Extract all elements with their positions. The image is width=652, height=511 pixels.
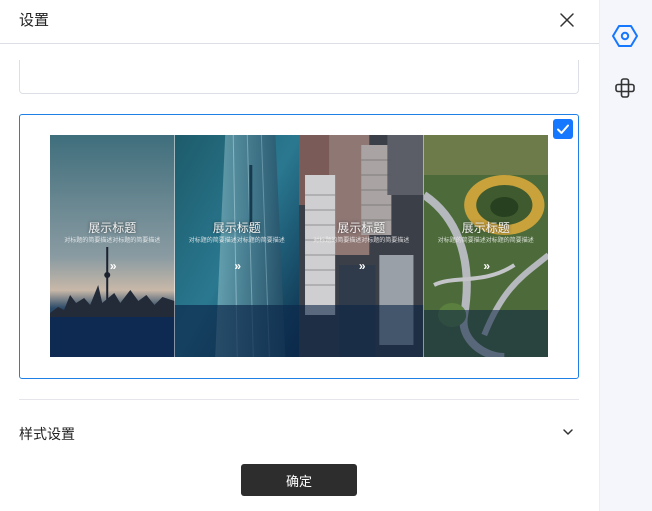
pane-caption: 展示标题 对标题的简要描述对标题的简要描述 [50, 221, 175, 246]
confirm-button[interactable]: 确定 [241, 464, 357, 496]
chevron-down-icon [563, 429, 573, 435]
pane-caption: 展示标题 对标题的简要描述对标题的简要描述 [175, 221, 300, 246]
preview-pane: 展示标题 对标题的简要描述对标题的简要描述 » [299, 135, 424, 357]
double-chevron-right-icon[interactable]: » [110, 259, 117, 273]
skyline-image [50, 135, 175, 357]
check-icon [557, 124, 569, 134]
pane-subtitle: 对标题的简要描述对标题的简要描述 [313, 238, 410, 244]
close-button[interactable] [556, 9, 578, 31]
downtown-image [299, 135, 424, 357]
pane-caption: 展示标题 对标题的简要描述对标题的简要描述 [299, 221, 424, 246]
template-preview: 展示标题 对标题的简要描述对标题的简要描述 » 展示标题 对标题的简要描述对标题… [50, 135, 548, 357]
style-settings-toggle[interactable]: 样式设置 [19, 420, 579, 444]
pane-title: 展示标题 [461, 221, 510, 235]
rail-settings-button[interactable] [611, 22, 639, 50]
pane-subtitle: 对标题的简要描述对标题的简要描述 [64, 238, 161, 244]
close-icon [560, 13, 574, 27]
side-rail [599, 0, 652, 511]
dialog-header: 设置 [0, 0, 599, 44]
settings-dialog: 设置 展示标题 对标题的简要描述对标题的简要描述 » 展示标题 对标题的简要描述… [0, 0, 599, 511]
text-input[interactable] [19, 60, 579, 94]
rail-component-button[interactable] [611, 74, 639, 102]
pane-title: 展示标题 [88, 221, 137, 235]
component-icon [615, 78, 635, 98]
preview-pane: 展示标题 对标题的简要描述对标题的简要描述 » [174, 135, 300, 357]
hexagon-settings-icon [612, 25, 638, 47]
skyscraper-image [174, 135, 299, 357]
dialog-title: 设置 [19, 12, 50, 29]
pane-subtitle: 对标题的简要描述对标题的简要描述 [188, 238, 285, 244]
preview-pane: 展示标题 对标题的简要描述对标题的简要描述 » [423, 135, 549, 357]
style-settings-label: 样式设置 [19, 426, 75, 442]
double-chevron-right-icon[interactable]: » [483, 259, 490, 273]
section-divider [19, 399, 579, 400]
pane-subtitle: 对标题的简要描述对标题的简要描述 [437, 238, 534, 244]
selected-checkbox[interactable] [553, 119, 573, 139]
pane-title: 展示标题 [337, 221, 386, 235]
pane-title: 展示标题 [212, 221, 261, 235]
double-chevron-right-icon[interactable]: » [359, 259, 366, 273]
double-chevron-right-icon[interactable]: » [234, 259, 241, 273]
pane-caption: 展示标题 对标题的简要描述对标题的简要描述 [424, 221, 549, 246]
aerial-park-image [423, 135, 548, 357]
preview-pane: 展示标题 对标题的简要描述对标题的简要描述 » [50, 135, 175, 357]
